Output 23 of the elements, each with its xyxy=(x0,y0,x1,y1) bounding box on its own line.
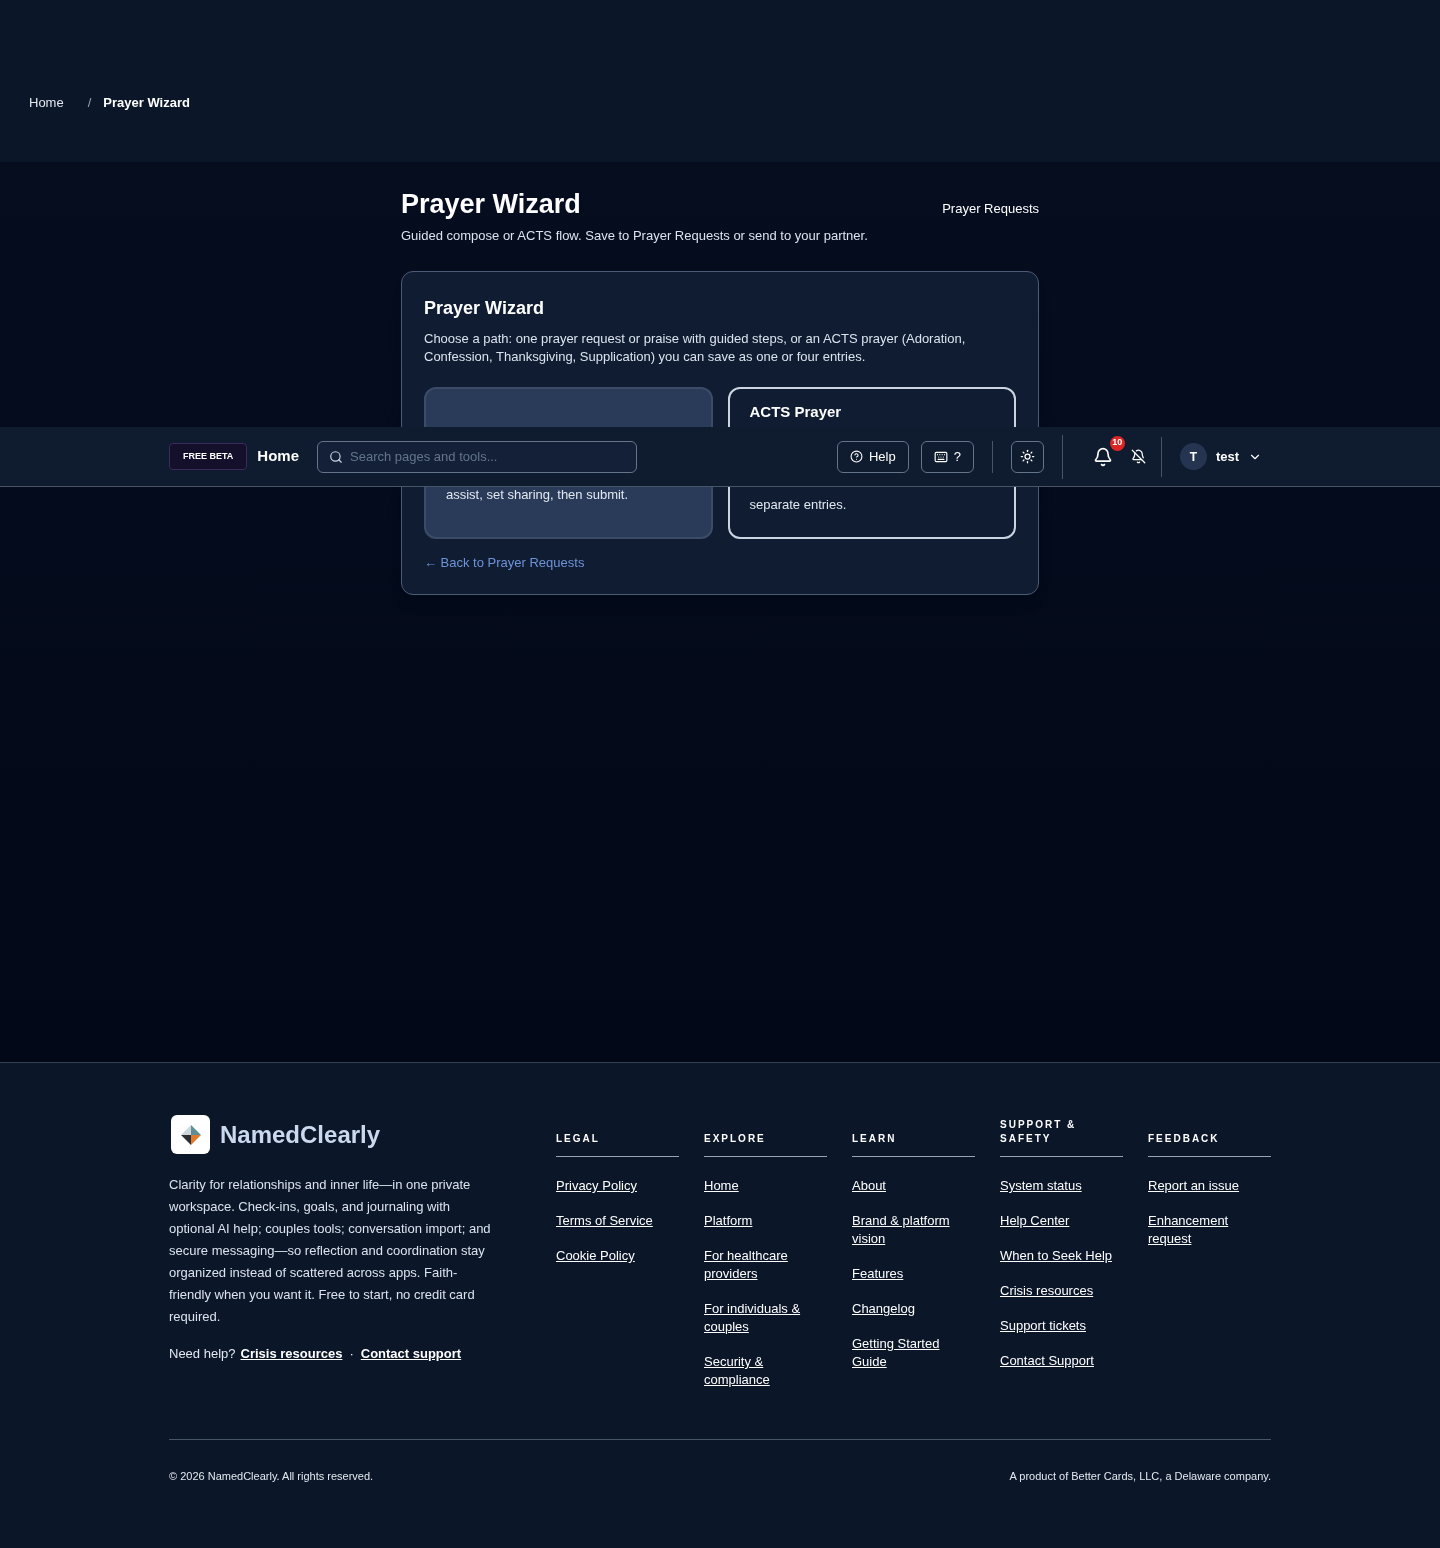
notification-count: 10 xyxy=(1109,435,1125,451)
option-title: ACTS Prayer xyxy=(749,401,843,422)
page-subtitle: Guided compose or ACTS flow. Save to Prayer Requests or send to your partner. xyxy=(401,227,868,245)
footer-column-heading: SUPPORT & SAFETY xyxy=(1000,1118,1078,1146)
footer-column-heading: FEEDBACK xyxy=(1148,1132,1221,1146)
user-avatar: T xyxy=(1179,443,1207,470)
link-separator: · xyxy=(349,1345,354,1363)
page-title: Prayer Wizard xyxy=(401,189,582,219)
breadcrumb-item: Prayer Wizard xyxy=(103,94,190,113)
option-text: assist, set sharing, then submit. xyxy=(446,486,630,504)
company-text: A product of Better Cards, LLC, a Delaware company. xyxy=(1009,1469,1271,1484)
footer-column-heading: LEARN xyxy=(852,1132,898,1146)
copyright-text: © 2026 NamedClearly. All rights reserved. xyxy=(169,1469,374,1484)
footer-description: Clarity for relationships and inner life—in one private workspace. Check-ins, goals, and journaling with optional AI help; couples tools; conversation import; and secure messaging—so reflection and coordination stay organized instead of scattered across apps. Faith-friendly when you want it. Free to start, no credit card required. xyxy=(169,1176,492,1326)
card-title: Prayer Wizard xyxy=(424,296,545,320)
footer-column-heading: LEGAL xyxy=(556,1132,601,1146)
footer-column-heading: EXPLORE xyxy=(704,1132,767,1146)
breadcrumb-separator: / xyxy=(87,94,92,113)
card-description: Choose a path: one prayer request or praise with guided steps, or an ACTS prayer (Adoration, Confession, Thanksgiving, Supplication) you can save as one or four entries. xyxy=(424,329,967,366)
help-prompt: Need help? xyxy=(169,1345,236,1363)
beta-badge: FREE BETA xyxy=(169,442,248,471)
brand-name: NamedClearly xyxy=(220,1119,381,1150)
option-text: separate entries. xyxy=(749,496,848,514)
